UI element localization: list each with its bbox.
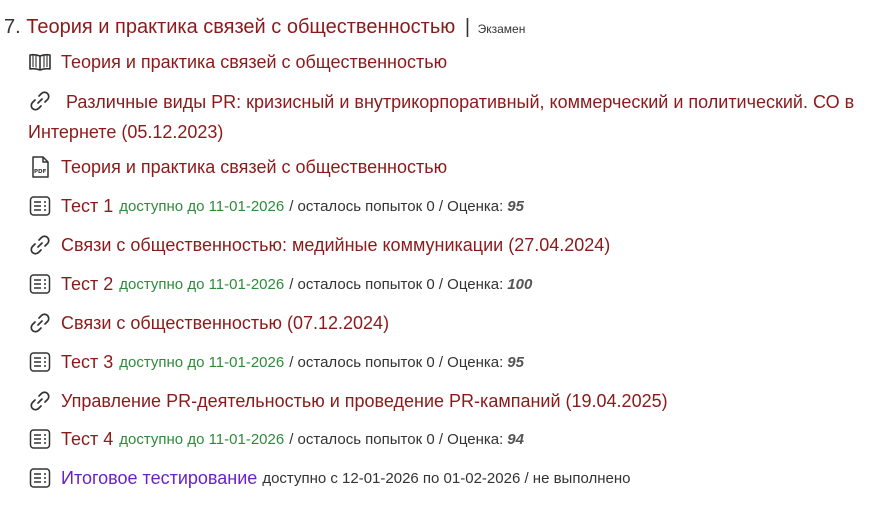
exam-badge: Экзамен — [477, 22, 526, 36]
attempts-text: / осталось попыток 0 / Оценка: — [289, 197, 504, 215]
availability-text: доступно до 11-01-2026 — [119, 197, 285, 215]
list-item: Итоговое тестирование доступно с 12-01-2… — [28, 466, 887, 490]
item-link[interactable]: Связи с общественностью: медийные коммун… — [61, 235, 610, 256]
list-item: Различные виды PR: кризисный и внутрикор… — [28, 87, 888, 147]
attempts-text: / осталось попыток 0 / Оценка: — [289, 430, 504, 448]
availability-text: доступно до 11-01-2026 — [119, 430, 285, 448]
item-link[interactable]: Связи с общественностью (07.12.2024) — [61, 313, 389, 334]
test-link[interactable]: Тест 2 — [61, 274, 113, 295]
section-separator: | — [464, 16, 471, 38]
section-heading: 7. Теория и практика связей с общественн… — [4, 13, 525, 43]
score-value: 95 — [507, 197, 524, 215]
score-value: 94 — [507, 430, 524, 448]
link-icon — [30, 91, 50, 111]
score-value: 95 — [507, 353, 524, 371]
list-item: Связи с общественностью (07.12.2024) — [28, 311, 887, 335]
item-link[interactable]: Управление PR-деятельностью и проведение… — [61, 391, 668, 412]
final-test-status: доступно с 12-01-2026 по 01-02-2026 / не… — [262, 469, 631, 487]
test-link[interactable]: Тест 4 — [61, 429, 113, 450]
section-number: 7. — [4, 16, 21, 38]
test-link[interactable]: Тест 3 — [61, 352, 113, 373]
test-icon — [29, 429, 51, 449]
list-item: Тест 1 доступно до 11-01-2026 / осталось… — [28, 194, 887, 218]
test-icon — [29, 352, 51, 372]
item-link[interactable]: Теория и практика связей с общественност… — [61, 157, 447, 178]
score-value: 100 — [507, 275, 533, 293]
availability-text: доступно до 11-01-2026 — [119, 353, 285, 371]
list-item: Управление PR-деятельностью и проведение… — [28, 389, 887, 413]
svg-text:PDF: PDF — [34, 169, 47, 175]
pdf-icon: PDF — [32, 156, 49, 178]
list-item: Теория и практика связей с общественност… — [28, 50, 887, 74]
link-icon — [30, 313, 50, 333]
link-icon — [30, 391, 50, 411]
list-item: Тест 2 доступно до 11-01-2026 / осталось… — [28, 272, 887, 296]
test-link[interactable]: Тест 1 — [61, 196, 113, 217]
list-item: Тест 3 доступно до 11-01-2026 / осталось… — [28, 350, 887, 374]
test-icon — [29, 196, 51, 216]
course-section: 7. Теория и практика связей с общественн… — [0, 0, 895, 507]
list-item: PDF Теория и практика связей с обществен… — [28, 155, 887, 179]
book-icon — [29, 53, 51, 71]
section-title-link[interactable]: Теория и практика связей с общественност… — [26, 16, 455, 38]
item-link[interactable]: Различные виды PR: кризисный и внутрикор… — [28, 92, 854, 142]
test-icon — [29, 468, 51, 488]
final-test-link[interactable]: Итоговое тестирование — [61, 468, 257, 489]
availability-text: доступно до 11-01-2026 — [119, 275, 285, 293]
link-icon — [30, 235, 50, 255]
attempts-text: / осталось попыток 0 / Оценка: — [289, 275, 504, 293]
test-icon — [29, 274, 51, 294]
list-item: Тест 4 доступно до 11-01-2026 / осталось… — [28, 427, 887, 451]
attempts-text: / осталось попыток 0 / Оценка: — [289, 353, 504, 371]
item-link[interactable]: Теория и практика связей с общественност… — [61, 52, 447, 73]
list-item: Связи с общественностью: медийные коммун… — [28, 233, 887, 257]
